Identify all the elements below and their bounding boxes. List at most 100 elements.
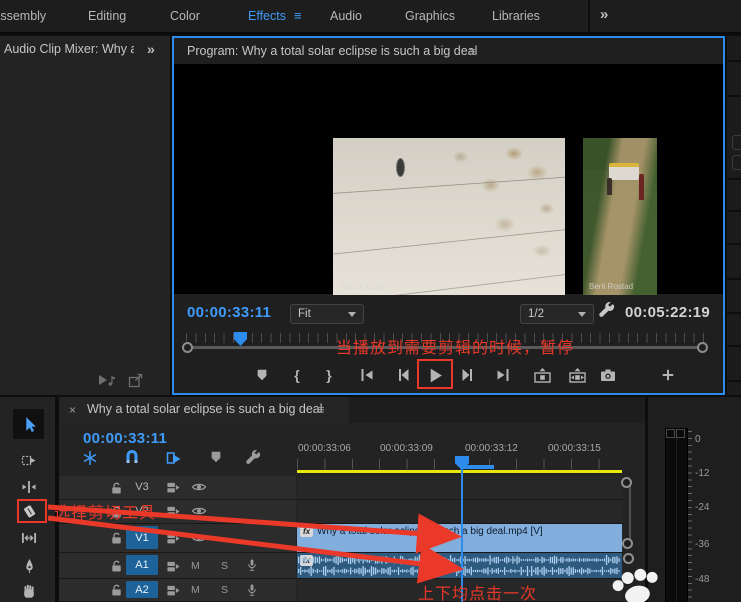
track-output-eye-icon[interactable] (191, 504, 207, 519)
workspace-bar-divider (588, 0, 590, 32)
timeline-timecode[interactable]: 00:00:33:11 (83, 430, 167, 447)
sync-lock-icon[interactable] (166, 531, 182, 546)
track-lane-v3[interactable] (297, 476, 623, 500)
list-divider (727, 178, 741, 180)
video-clip-label: Why a total solar eclipse is such a big … (317, 526, 543, 537)
sync-lock-icon[interactable] (166, 559, 182, 574)
hand-tool[interactable] (18, 580, 40, 602)
voiceover-mic-icon[interactable] (245, 558, 261, 573)
mute-button[interactable]: M (191, 553, 200, 578)
scrubber-left-handle[interactable] (182, 342, 193, 353)
snap-magnet-icon[interactable] (124, 450, 142, 468)
timeline-panel-menu-icon[interactable]: ≡ (317, 402, 325, 417)
add-marker-button[interactable] (251, 364, 273, 386)
track-select-forward-tool[interactable] (18, 449, 40, 471)
audio-clip-mixer-tab[interactable]: Audio Clip Mixer: Why a t (4, 42, 134, 56)
meter-channel-divider (676, 429, 677, 602)
lock-icon[interactable] (109, 583, 125, 598)
ruler-label: 00:00:33:12 (465, 443, 518, 454)
track-label-v1[interactable]: V1 (126, 526, 158, 549)
ripple-edit-tool[interactable] (18, 476, 40, 498)
program-playhead-caret[interactable] (234, 332, 247, 346)
effects-tab-menu-icon[interactable]: ≡ (294, 0, 302, 32)
meter-scale-ticks (688, 431, 692, 599)
timeline-scrollbar-track[interactable] (629, 483, 631, 543)
track-label-v3[interactable]: V3 (126, 478, 158, 496)
scrollbar-handle[interactable] (622, 538, 633, 549)
button-editor-plus-button[interactable] (657, 364, 679, 386)
track-label-a1[interactable]: A1 (126, 555, 158, 575)
work-area-bar[interactable] (297, 470, 622, 473)
pen-tool[interactable] (18, 555, 40, 577)
mark-in-button[interactable]: { (286, 364, 308, 386)
track-lane-v2[interactable] (297, 500, 623, 524)
premiere-pro-app: Assembly Editing Color Effects ≡ Audio G… (0, 0, 741, 602)
export-icon[interactable] (128, 373, 144, 388)
track-header-v1: V1 (59, 524, 296, 553)
export-frame-button[interactable] (597, 364, 619, 386)
workspace-tab-editing[interactable]: Editing (88, 0, 126, 32)
timeline-add-marker-icon[interactable] (209, 450, 227, 468)
scrollbar-handle[interactable] (621, 477, 632, 488)
sequence-tab[interactable]: × Why a total solar eclipse is such a bi… (59, 397, 349, 423)
extract-button[interactable] (566, 364, 588, 386)
sync-lock-icon[interactable] (166, 480, 182, 495)
play-audio-icon[interactable] (98, 372, 116, 388)
lock-icon[interactable] (109, 559, 125, 574)
track-header-v3: V3 (59, 476, 296, 500)
list-divider (727, 278, 741, 280)
timeline-settings-wrench-icon[interactable] (245, 450, 263, 468)
program-current-timecode[interactable]: 00:00:33:11 (187, 304, 271, 321)
lift-button[interactable] (531, 364, 553, 386)
list-divider (727, 312, 741, 314)
go-to-out-button[interactable] (492, 364, 514, 386)
video-clip[interactable]: fx Why a total solar eclipse is such a b… (297, 524, 622, 552)
audio-clip[interactable]: fx (297, 553, 622, 578)
linked-selection-icon[interactable] (166, 450, 184, 468)
scrollbar-handle[interactable] (623, 553, 634, 564)
playback-resolution-select[interactable]: 1/2 (520, 304, 594, 324)
list-divider (727, 95, 741, 97)
sync-lock-icon[interactable] (166, 583, 182, 598)
settings-wrench-icon[interactable] (598, 302, 615, 319)
step-forward-button[interactable] (457, 364, 479, 386)
workspace-tab-libraries[interactable]: Libraries (492, 0, 540, 32)
program-panel-menu-icon[interactable]: ≡ (468, 44, 476, 59)
program-duration-timecode: 00:05:22:19 (625, 304, 710, 321)
selection-tool[interactable] (18, 413, 40, 435)
meter-scale-label: -24 (695, 502, 709, 513)
track-label-a2[interactable]: A2 (126, 581, 158, 598)
list-divider (727, 380, 741, 382)
workspace-overflow-chevron[interactable]: » (600, 0, 608, 32)
zoom-level-select[interactable]: Fit (290, 304, 364, 324)
bus-shape (609, 163, 639, 180)
workspace-tab-effects[interactable]: Effects (248, 0, 286, 32)
sync-lock-icon[interactable] (166, 504, 182, 519)
scrubber-right-handle[interactable] (697, 342, 708, 353)
audio-waveform-right (298, 566, 620, 576)
solo-button[interactable]: S (221, 553, 228, 578)
ruler-label: 00:00:33:09 (380, 443, 433, 454)
nest-sequence-icon[interactable] (82, 450, 100, 468)
workspace-tab-audio[interactable]: Audio (330, 0, 362, 32)
mixer-overflow-chevron[interactable]: » (147, 41, 155, 57)
wall-object (396, 158, 405, 177)
go-to-in-button[interactable] (356, 364, 378, 386)
track-output-eye-icon[interactable] (191, 480, 207, 495)
track-output-eye-icon[interactable] (191, 531, 207, 546)
workspace-tab-graphics[interactable]: Graphics (405, 0, 455, 32)
slip-tool[interactable] (18, 527, 40, 549)
solo-button[interactable]: S (221, 579, 228, 601)
step-back-button[interactable] (392, 364, 414, 386)
workspace-tab-assembly[interactable]: Assembly (0, 0, 46, 32)
program-panel-title[interactable]: Program: Why a total solar eclipse is su… (187, 44, 477, 58)
mute-button[interactable]: M (191, 579, 200, 601)
video-frame-right-crowd: Berit Rostad (583, 138, 657, 295)
close-icon[interactable]: × (69, 403, 76, 417)
lock-icon[interactable] (109, 481, 125, 496)
voiceover-mic-icon[interactable] (245, 583, 261, 598)
fx-badge: fx (300, 526, 313, 537)
mark-out-button[interactable]: } (318, 364, 340, 386)
lock-icon[interactable] (109, 531, 125, 546)
workspace-tab-color[interactable]: Color (170, 0, 200, 32)
